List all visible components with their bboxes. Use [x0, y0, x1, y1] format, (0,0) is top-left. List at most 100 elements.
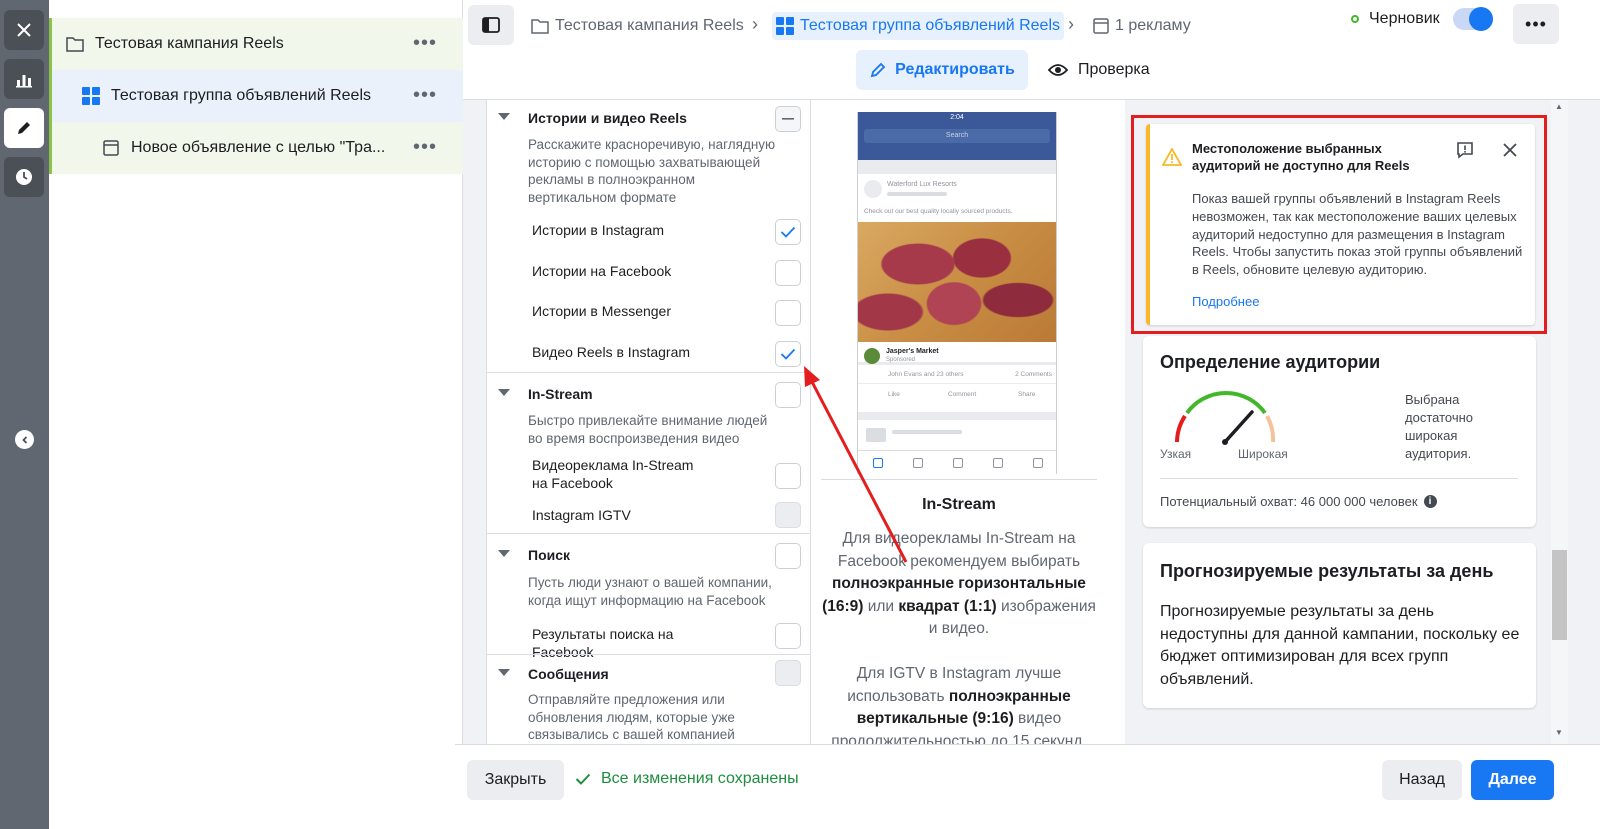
- section-title: Сообщения: [528, 666, 609, 682]
- saved-status: Все изменения сохранены: [575, 770, 799, 788]
- tab-label: Проверка: [1078, 61, 1150, 78]
- divider: [487, 533, 810, 534]
- breadcrumb-label: Тестовая кампания Reels: [555, 17, 744, 34]
- placement-checkbox[interactable]: [775, 260, 801, 286]
- bottom-bar: Закрыть Все изменения сохранены Назад Да…: [455, 744, 1600, 829]
- breadcrumb-ad-group[interactable]: Тестовая группа объявлений Reels: [772, 12, 1064, 40]
- placements-list: Истории и видео Reels Расскажите краснор…: [486, 100, 811, 744]
- saved-status-text: Все изменения сохранены: [601, 770, 799, 787]
- scrollbar[interactable]: [1551, 100, 1568, 744]
- close-button[interactable]: Закрыть: [467, 760, 564, 800]
- breadcrumb-ad[interactable]: 1 рекламу: [1089, 12, 1195, 40]
- placement-checkbox[interactable]: [775, 463, 801, 489]
- placement-label: Видеореклама In-Stream на Facebook: [532, 457, 694, 491]
- forecast-body: Прогнозируемые результаты за день недост…: [1160, 603, 1520, 688]
- breadcrumb-label: 1 рекламу: [1115, 17, 1191, 34]
- more-options-icon[interactable]: •••: [413, 137, 437, 157]
- potential-reach: Потенциальный охват: 46 000 000 человек …: [1160, 494, 1437, 509]
- ad-page-icon: [1093, 18, 1109, 34]
- top-bar: Тестовая кампания Reels › Тестовая групп…: [463, 0, 1600, 100]
- placement-label: Истории в Messenger: [532, 303, 672, 319]
- info-icon[interactable]: i: [1423, 495, 1437, 508]
- section-checkbox[interactable]: [775, 660, 801, 686]
- card-title: Прогнозируемые результаты за день: [1160, 561, 1494, 581]
- caret-down-icon[interactable]: [498, 389, 510, 396]
- placement-checkbox[interactable]: [775, 219, 801, 245]
- breadcrumb-campaign[interactable]: Тестовая кампания Reels: [527, 12, 748, 40]
- placement-label: Видео Reels в Instagram: [532, 344, 691, 360]
- like-label: Like: [888, 391, 900, 398]
- tree-item-ad-group[interactable]: Тестовая группа объявлений Reels •••: [49, 70, 463, 122]
- sponsored-label: Sponsored: [886, 357, 916, 363]
- share-label: Share: [1018, 391, 1036, 398]
- phone-nav-bar: [858, 450, 1056, 474]
- check-icon: [575, 773, 591, 785]
- caret-down-icon[interactable]: [498, 550, 510, 557]
- highlight-box: [1131, 115, 1547, 334]
- tree-item-label: Тестовая группа объявлений Reels: [111, 87, 371, 104]
- section-title: In-Stream: [528, 386, 593, 402]
- phone-search-bar: Search: [864, 129, 1050, 143]
- sidebar-toggle-icon[interactable]: [468, 5, 514, 45]
- grid-icon: [81, 86, 101, 106]
- tab-label: Редактировать: [895, 61, 1015, 78]
- more-options-icon[interactable]: •••: [413, 33, 437, 53]
- next-button[interactable]: Далее: [1471, 760, 1554, 800]
- caret-down-icon[interactable]: [498, 113, 510, 120]
- divider: [1160, 478, 1518, 479]
- campaign-tree-panel: Тестовая кампания Reels ••• Тестовая гру…: [49, 0, 463, 829]
- divider: [487, 372, 810, 373]
- history-clock-icon[interactable]: [4, 157, 44, 197]
- post-text: Check out our best quality locally sourc…: [864, 208, 1013, 215]
- more-options-button[interactable]: •••: [1513, 4, 1559, 44]
- feed-post: Waterford Lux Resorts Check out our best…: [858, 174, 1056, 364]
- chart-icon[interactable]: [4, 59, 44, 99]
- ad-page-icon: [101, 138, 121, 158]
- eye-icon: [1048, 64, 1068, 76]
- scrollbar-thumb[interactable]: [1552, 550, 1567, 640]
- caret-down-icon[interactable]: [498, 669, 510, 676]
- publish-toggle[interactable]: [1453, 7, 1493, 31]
- placement-label: Instagram IGTV: [532, 507, 631, 523]
- audience-definition-card: Определение аудитории Узкая Широкая Выбр…: [1143, 336, 1536, 527]
- placement-checkbox[interactable]: [775, 502, 801, 528]
- scroll-up-icon[interactable]: ▲: [1553, 102, 1565, 114]
- post-image: [858, 222, 1056, 342]
- placement-checkbox[interactable]: [775, 623, 801, 649]
- placement-label: Истории в Instagram: [532, 222, 664, 238]
- section-title: Истории и видео Reels: [528, 110, 687, 126]
- tab-review[interactable]: Проверка: [1048, 50, 1150, 90]
- reactions-count: John Evans and 23 others: [888, 371, 964, 378]
- gauge-wide-label: Широкая: [1238, 447, 1288, 461]
- folder-icon: [531, 19, 549, 34]
- back-button[interactable]: Назад: [1382, 760, 1462, 800]
- tree-item-campaign[interactable]: Тестовая кампания Reels •••: [49, 18, 463, 70]
- audience-gauge-icon: [1175, 390, 1276, 445]
- scroll-down-icon[interactable]: ▼: [1553, 728, 1565, 740]
- divider: [487, 654, 810, 655]
- edit-pencil-icon[interactable]: [4, 108, 44, 148]
- page-name: Jasper's Market: [886, 348, 939, 355]
- section-checkbox[interactable]: [775, 382, 801, 408]
- check-icon: [780, 348, 796, 360]
- phone-time: 2:04: [950, 114, 964, 121]
- chevron-right-icon: ›: [752, 14, 758, 34]
- close-icon[interactable]: [4, 10, 44, 50]
- collapse-chevron-icon[interactable]: [15, 430, 34, 449]
- divider: [821, 479, 1097, 480]
- preview-text-igtv: Для IGTV в Instagram лучше использовать …: [831, 665, 1087, 744]
- placement-checkbox[interactable]: [775, 341, 801, 367]
- check-icon: [780, 226, 796, 238]
- preview-title: In-Stream: [922, 496, 996, 513]
- comments-count: 2 Comments: [1015, 371, 1052, 378]
- post-author: Waterford Lux Resorts: [887, 181, 957, 188]
- status-label: Черновик: [1369, 10, 1440, 27]
- section-checkbox[interactable]: [775, 106, 801, 132]
- more-options-icon[interactable]: •••: [413, 85, 437, 105]
- phone-preview: 2:04 Search Waterford Lux Resorts Check …: [857, 112, 1057, 474]
- section-checkbox[interactable]: [775, 543, 801, 569]
- forecast-card: Прогнозируемые результаты за день Прогно…: [1143, 543, 1536, 708]
- tree-item-ad[interactable]: Новое объявление с целью "Тра... •••: [49, 122, 463, 174]
- placement-checkbox[interactable]: [775, 300, 801, 326]
- tab-edit[interactable]: Редактировать: [856, 50, 1028, 90]
